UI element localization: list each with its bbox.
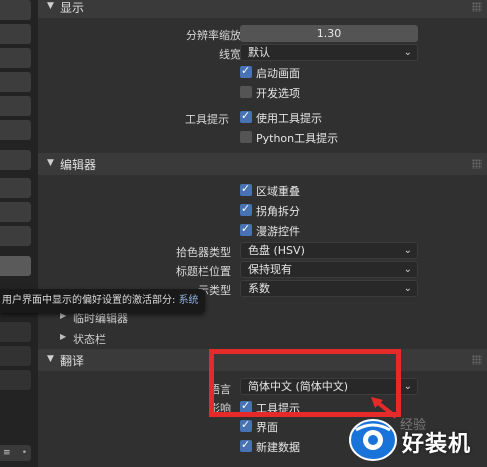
color-picker-type-label: 拾色器类型	[176, 246, 231, 259]
dot-icon: •	[21, 448, 27, 458]
sidebar-item-interface[interactable]	[0, 256, 31, 276]
expand-arrow-icon: ▼	[47, 1, 54, 11]
region-overlap-label: 区域重叠	[256, 185, 300, 198]
use-tooltips-label: 使用工具提示	[256, 112, 322, 125]
chevron-down-icon: ⌄	[403, 264, 412, 275]
sidebar-item[interactable]	[0, 150, 31, 170]
drag-grip-icon[interactable]	[472, 355, 482, 365]
translate-new-data-checkbox[interactable]	[240, 438, 252, 452]
subsection-status-bar[interactable]: ▶ 状态栏	[38, 329, 487, 349]
sidebar-item[interactable]	[0, 178, 31, 198]
collapse-arrow-icon: ▶	[60, 332, 67, 341]
navigation-controls-checkbox[interactable]	[240, 222, 252, 236]
dropdown-value: 色盘 (HSV)	[248, 244, 305, 257]
color-picker-type-dropdown[interactable]: 色盘 (HSV) ⌄	[240, 242, 418, 259]
sidebar-item[interactable]	[0, 346, 31, 366]
factor-display-type-dropdown[interactable]: 系数 ⌄	[240, 280, 418, 297]
corner-split-checkbox[interactable]	[240, 202, 252, 216]
translate-interface-label: 界面	[256, 421, 278, 434]
sidebar-item[interactable]	[0, 0, 31, 20]
region-overlap-checkbox[interactable]	[240, 182, 252, 196]
watermark-logo-icon	[349, 419, 397, 461]
chevron-down-icon: ⌄	[403, 283, 412, 294]
expand-arrow-icon: ▼	[47, 158, 54, 168]
translate-interface-checkbox[interactable]	[240, 418, 252, 432]
dropdown-value: 默认	[248, 46, 270, 59]
sidebar-menu-button[interactable]: ≡ •	[0, 445, 31, 461]
python-tooltips-checkbox[interactable]	[240, 131, 252, 143]
sidebar-item[interactable]	[0, 202, 31, 222]
resolution-scale-field[interactable]: 1.30	[240, 25, 418, 42]
section-title: 翻译	[60, 354, 85, 368]
sidebar-item[interactable]	[0, 96, 31, 116]
subsection-title: 状态栏	[73, 333, 106, 346]
use-tooltips-checkbox[interactable]	[240, 109, 252, 123]
translate-new-data-label: 新建数据	[256, 441, 300, 454]
navigation-controls-label: 漫游控件	[256, 225, 300, 238]
python-tooltips-label: Python工具提示	[256, 132, 339, 145]
section-title: 编辑器	[60, 158, 97, 172]
sidebar-item[interactable]	[0, 370, 31, 390]
sidebar-item[interactable]	[0, 226, 31, 246]
expand-arrow-icon: ▼	[47, 354, 54, 364]
developer-extras-checkbox[interactable]	[240, 86, 252, 98]
chevron-down-icon: ⌄	[403, 245, 412, 256]
sidebar-item[interactable]	[0, 72, 31, 92]
resolution-scale-label: 分辨率缩放	[186, 29, 241, 42]
developer-extras-label: 开发选项	[256, 87, 300, 100]
sidebar-item[interactable]	[0, 322, 31, 342]
chevron-down-icon: ⌄	[403, 381, 412, 392]
line-width-dropdown[interactable]: 默认 ⌄	[240, 44, 418, 61]
sidebar-item[interactable]	[0, 48, 31, 68]
sidebar-item[interactable]	[0, 120, 31, 140]
menu-icon: ≡	[3, 448, 11, 458]
section-header-display[interactable]: ▼ 显示	[38, 0, 487, 18]
tooltip-link: 系统	[178, 295, 199, 306]
corner-split-label: 拐角拆分	[256, 205, 300, 218]
drag-grip-icon[interactable]	[472, 159, 482, 169]
header-position-label: 标题栏位置	[176, 265, 231, 278]
tooltip-popup: 用户界面中显示的偏好设置的激活部分: 系统	[0, 289, 205, 313]
section-header-editors[interactable]: ▼ 编辑器	[38, 153, 487, 175]
drag-grip-icon[interactable]	[472, 2, 482, 12]
line-width-label: 线宽	[219, 48, 241, 61]
splash-checkbox[interactable]	[240, 64, 252, 78]
tooltips-label: 工具提示	[185, 113, 229, 126]
tooltip-text: 用户界面中显示的偏好设置的激活部分:	[2, 295, 179, 306]
preferences-sidebar: ≡ •	[0, 0, 38, 467]
splash-label: 启动画面	[256, 67, 300, 80]
chevron-down-icon: ⌄	[403, 47, 412, 58]
dropdown-value: 系数	[248, 282, 270, 295]
dropdown-value: 保持现有	[248, 263, 292, 276]
section-title: 显示	[60, 1, 85, 15]
header-position-dropdown[interactable]: 保持现有 ⌄	[240, 261, 418, 278]
watermark-text: 好装机	[402, 432, 472, 457]
watermark: 经验 好装机	[348, 414, 487, 467]
sidebar-item[interactable]	[0, 24, 31, 44]
